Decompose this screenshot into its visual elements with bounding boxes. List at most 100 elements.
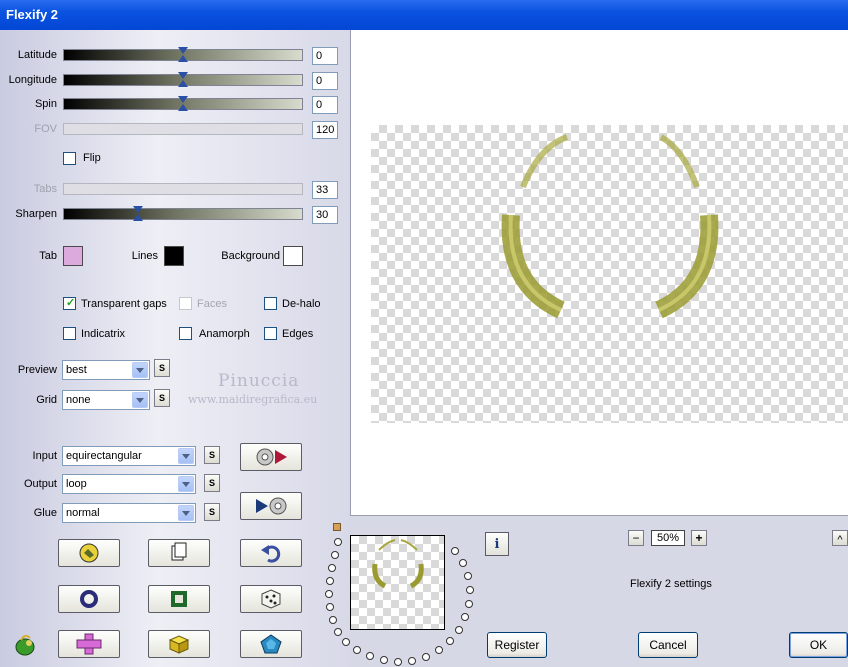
sharpen-slider[interactable] [63,206,303,222]
ring-button[interactable] [58,585,120,613]
zoom-in-button[interactable]: + [691,530,707,546]
spin-label: Spin [34,98,57,110]
output-label: Output [23,478,57,490]
play-output-button[interactable] [240,492,302,520]
background-color-label: Background [221,250,280,262]
grid-label: Grid [36,394,57,406]
play-input-button[interactable] [240,443,302,471]
edges-label: Edges [282,328,314,340]
sharpen-label: Sharpen [15,208,57,220]
copy-button[interactable] [148,539,210,567]
preview-quality-select[interactable]: best [62,360,150,380]
faces-checkbox [179,297,192,310]
info-button[interactable]: i [485,532,509,556]
chevron-down-icon [178,448,194,464]
flexified-image [501,134,719,319]
watermark-url: www.maidiregrafica.eu [188,393,318,406]
faces-label: Faces [197,298,227,310]
disc-play-icon [256,448,287,466]
transparent-gaps-label: Transparent gaps [81,298,167,310]
fov-slider [63,123,303,135]
anamorph-checkbox[interactable] [179,327,192,340]
random-dice-button[interactable] [240,585,302,613]
background-color-swatch[interactable] [283,246,303,266]
cube-icon [168,635,190,654]
collapse-button[interactable]: ^ [832,530,848,546]
title-bar: Flexify 2 [0,0,848,30]
tab-color-label: Tab [39,250,57,262]
undo-button[interactable] [240,539,302,567]
sharpen-value[interactable]: 30 [312,206,338,224]
tabs-slider [63,183,303,195]
navigator-thumbnail[interactable] [350,535,445,630]
zoom-level: 50% [651,530,685,546]
frame-icon [171,591,187,607]
zoom-out-button[interactable]: − [628,530,644,546]
input-label: Input [32,450,57,462]
transparency-canvas [371,125,848,423]
lines-color-label: Lines [131,250,158,262]
glue-select[interactable]: normal [62,503,196,523]
indicatrix-checkbox[interactable] [63,327,76,340]
latitude-value[interactable]: 0 [312,47,338,65]
pentagon-icon [260,634,282,654]
cube-button[interactable] [148,630,210,658]
spin-slider[interactable] [63,96,303,112]
input-s-button[interactable]: S [204,446,220,464]
randomize-button[interactable] [58,539,120,567]
fov-value[interactable]: 120 [312,121,338,139]
transparent-gaps-checkbox[interactable]: ✓ [63,297,76,310]
settings-label: Flexify 2 settings [630,578,712,590]
fov-label: FOV [34,123,57,135]
longitude-slider[interactable] [63,72,303,88]
chevron-down-icon [132,362,148,378]
tabs-value[interactable]: 33 [312,181,338,199]
flexify-logo-icon [12,632,38,661]
indicatrix-label: Indicatrix [81,328,126,340]
tab-color-swatch[interactable] [63,246,83,266]
latitude-label: Latitude [17,49,57,61]
chevron-down-icon [132,392,148,408]
output-projection-select[interactable]: loop [62,474,196,494]
ring-icon [80,590,98,608]
watermark-name: Pinuccia [218,371,300,391]
slider-thumb[interactable] [178,96,188,112]
cross-shape-icon [76,633,102,655]
slider-thumb[interactable] [133,206,143,222]
glue-s-button[interactable]: S [204,503,220,521]
latitude-slider[interactable] [63,47,303,63]
cancel-button[interactable]: Cancel [638,632,698,658]
polyhedron-button[interactable] [240,630,302,658]
longitude-label: Longitude [8,74,57,86]
frame-button[interactable] [148,585,210,613]
preview-s-button[interactable]: S [154,359,170,377]
ok-button[interactable]: OK [789,632,848,658]
grid-s-button[interactable]: S [154,389,170,407]
anamorph-label: Anamorph [199,328,250,340]
slider-thumb[interactable] [178,72,188,88]
slider-thumb[interactable] [178,47,188,63]
dice-icon [261,589,281,609]
lines-color-swatch[interactable] [164,246,184,266]
chevron-down-icon [178,505,194,521]
output-s-button[interactable]: S [204,474,220,492]
edges-checkbox[interactable] [264,327,277,340]
flip-label: Flip [83,152,101,164]
cross-shape-button[interactable] [58,630,120,658]
de-halo-checkbox[interactable] [264,297,277,310]
spin-value[interactable]: 0 [312,96,338,114]
main-preview [350,30,848,516]
randomize-icon [79,543,99,563]
input-projection-select[interactable]: equirectangular [62,446,196,466]
longitude-value[interactable]: 0 [312,72,338,90]
tabs-label: Tabs [33,183,57,195]
flip-checkbox[interactable] [63,152,76,165]
grid-select[interactable]: none [62,390,150,410]
copy-icon [171,542,187,561]
preview-quality-label: Preview [17,364,57,376]
register-button[interactable]: Register [487,632,547,658]
window-title: Flexify 2 [6,7,59,22]
undo-icon [261,545,281,563]
play-disc-icon [256,497,287,515]
glue-label: Glue [33,507,57,519]
